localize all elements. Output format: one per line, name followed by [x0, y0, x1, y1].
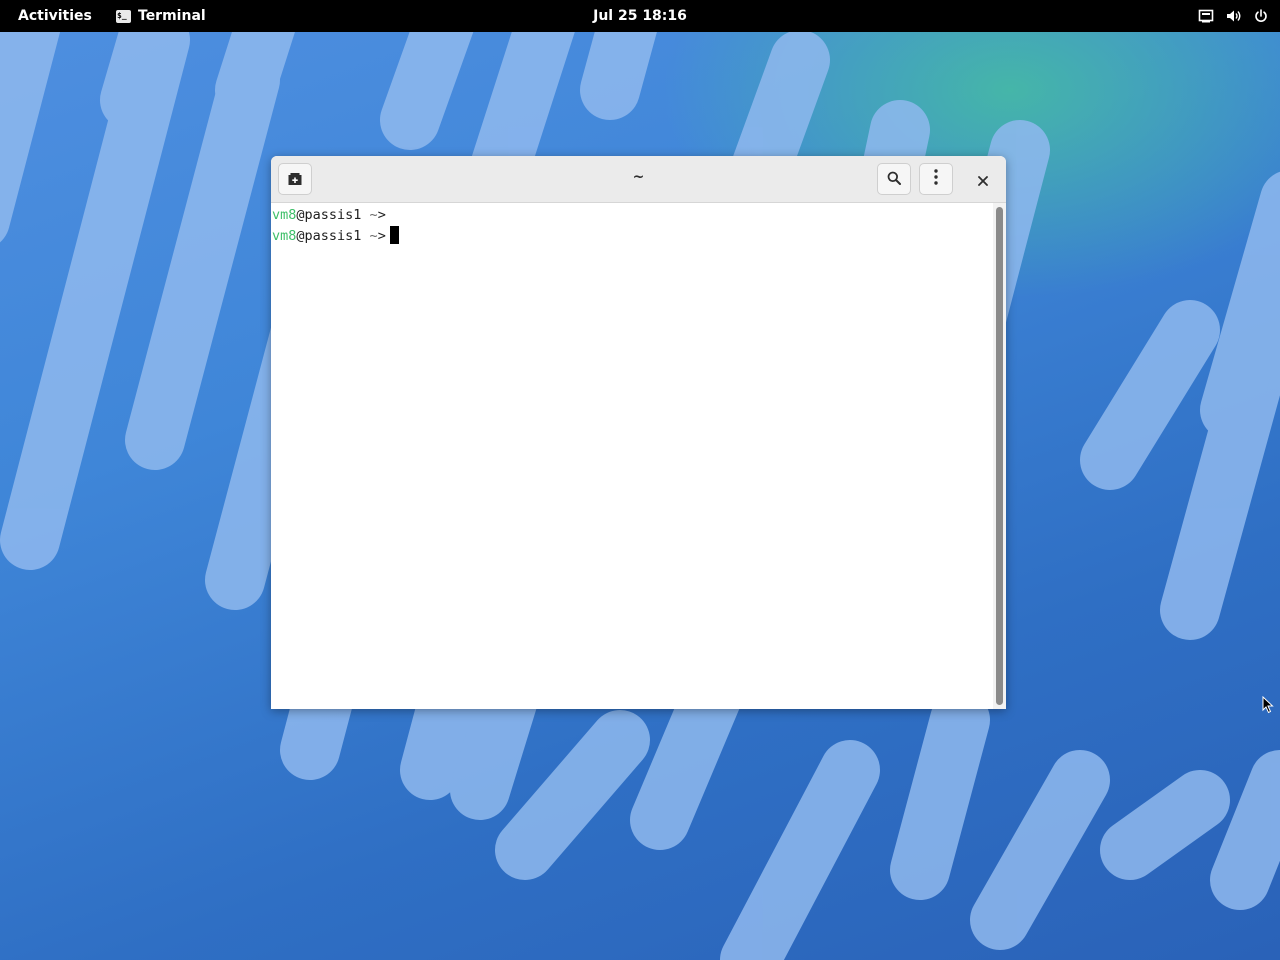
terminal-line: vm8@passis1 ~>: [271, 225, 993, 247]
main-menu-button[interactable]: [919, 163, 953, 195]
terminal-window[interactable]: ~ vm8@passis1 ~> vm8@passis1 ~>: [271, 156, 1006, 709]
app-menu-button[interactable]: Terminal: [110, 4, 212, 28]
search-icon: [887, 170, 901, 189]
prompt-host: @passis1: [296, 207, 362, 223]
system-status-menu[interactable]: [1198, 4, 1268, 28]
mouse-pointer-icon: [1262, 695, 1274, 718]
prompt-user: vm8: [272, 228, 297, 244]
text-cursor: [389, 225, 399, 244]
close-icon: [978, 171, 988, 190]
desktop: Activities Terminal Jul 25 18:16: [0, 0, 1280, 960]
network-icon: [1198, 9, 1214, 23]
terminal-output[interactable]: vm8@passis1 ~> vm8@passis1 ~>: [271, 203, 993, 709]
volume-icon: [1226, 9, 1242, 23]
close-button[interactable]: [969, 166, 997, 194]
clock[interactable]: Jul 25 18:16: [580, 4, 700, 28]
terminal-icon: [116, 4, 131, 28]
prompt-path: ~: [361, 228, 378, 244]
prompt-symbol: >: [377, 228, 386, 244]
power-icon: [1254, 9, 1268, 23]
activities-button[interactable]: Activities: [8, 4, 102, 28]
header-bar[interactable]: ~: [271, 156, 1006, 203]
search-button[interactable]: [877, 163, 911, 195]
app-menu-label: Terminal: [138, 8, 206, 24]
prompt-user: vm8: [272, 207, 297, 223]
kebab-menu-icon: [934, 169, 938, 189]
prompt-symbol: >: [377, 207, 386, 223]
scrollbar-thumb[interactable]: [996, 207, 1003, 705]
terminal-line: vm8@passis1 ~>: [271, 205, 993, 226]
scrollbar[interactable]: [993, 203, 1006, 709]
top-bar: Activities Terminal Jul 25 18:16: [0, 0, 1280, 32]
prompt-path: ~: [361, 207, 378, 223]
prompt-host: @passis1: [296, 228, 362, 244]
